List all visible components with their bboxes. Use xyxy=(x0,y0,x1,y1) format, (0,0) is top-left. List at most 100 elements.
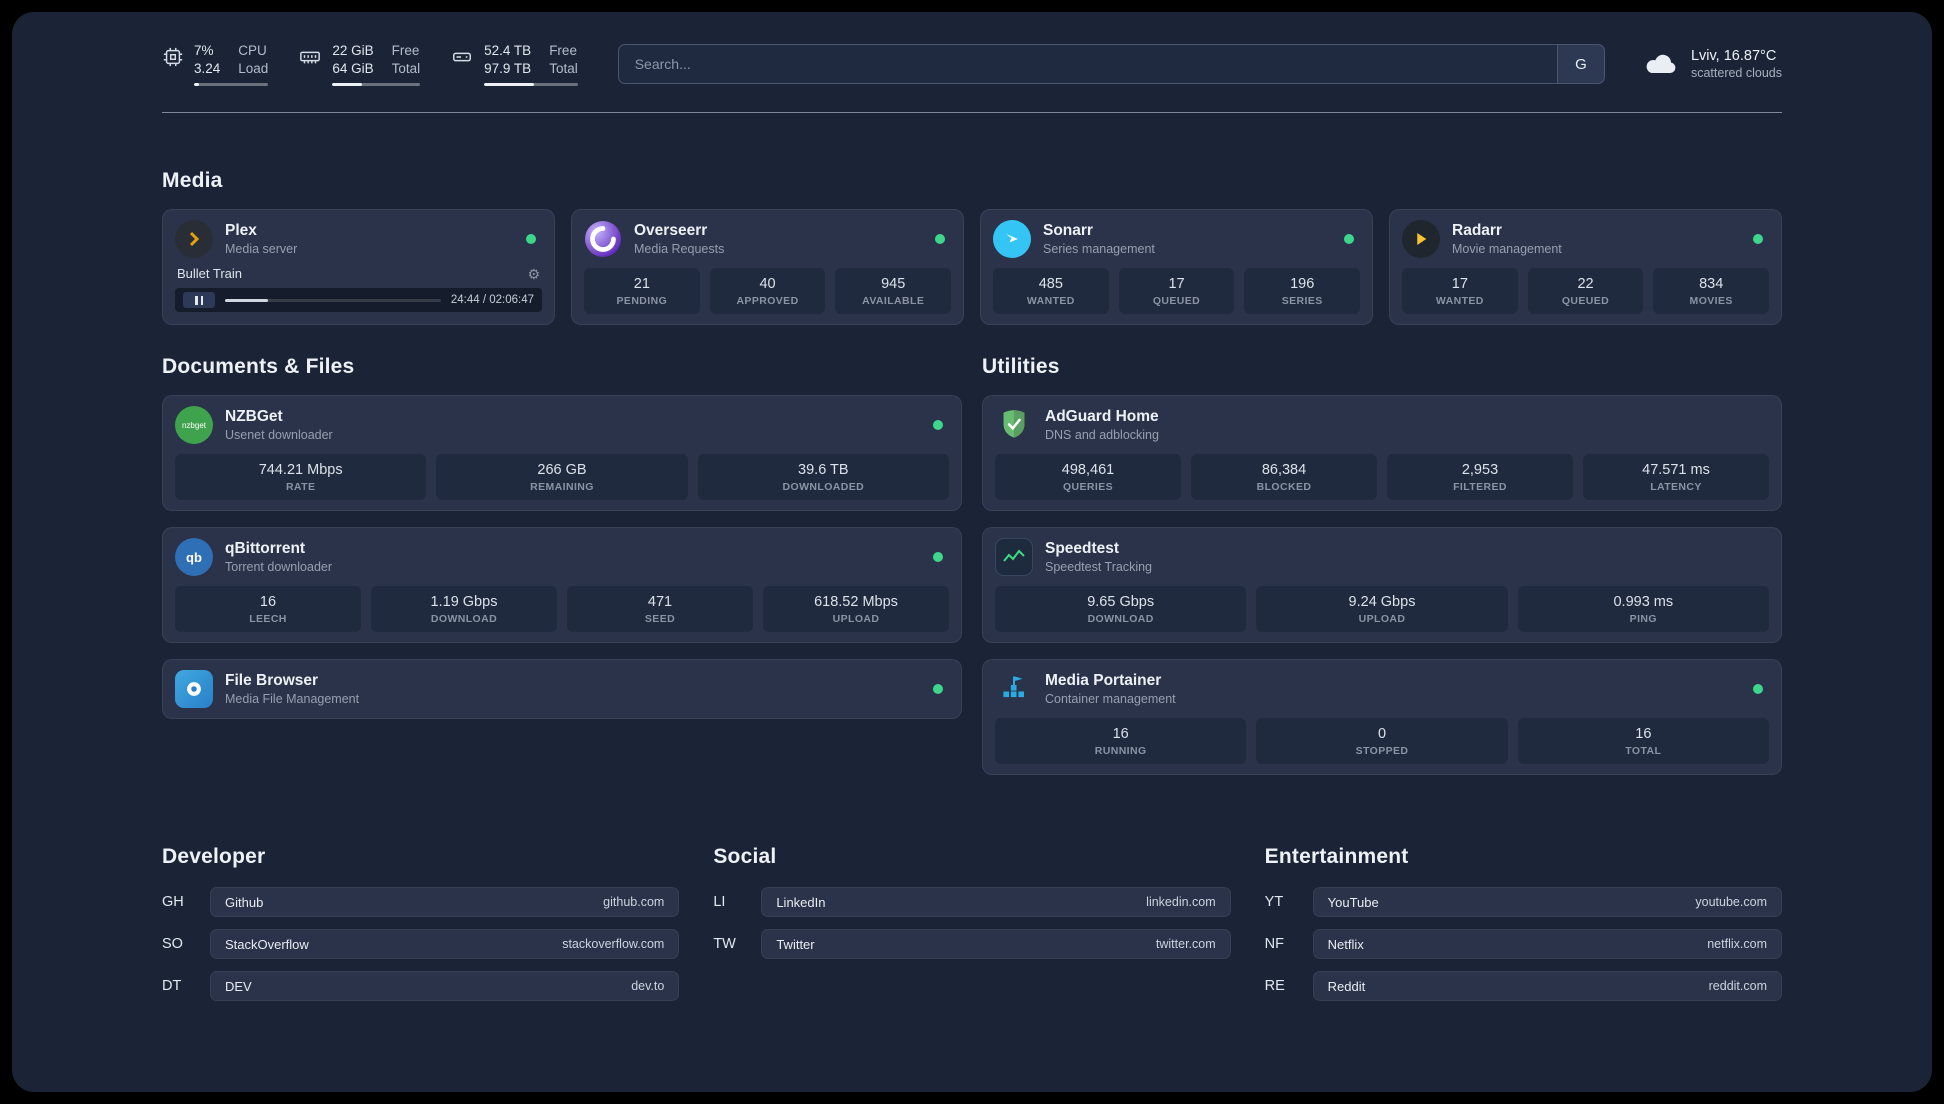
bookmark-url: twitter.com xyxy=(1155,937,1216,952)
filebrowser-card[interactable]: File Browser Media File Management xyxy=(162,659,962,720)
disk-icon xyxy=(453,52,472,62)
section-title-documents: Documents & Files xyxy=(162,355,355,379)
app-desc: Movie management xyxy=(1452,242,1562,257)
stat-label: BLOCKED xyxy=(1256,481,1312,494)
stat-value: 945 xyxy=(881,276,906,293)
app-name: qBittorrent xyxy=(225,540,306,558)
ram-progress-bar xyxy=(332,83,421,87)
bookmark-link-netflix[interactable]: Netflix netflix.com xyxy=(1312,929,1782,960)
stat-tile: 9.24 Gbps UPLOAD xyxy=(1256,586,1508,633)
stat-tile: 485 WANTED xyxy=(993,268,1109,315)
bookmarks-section: Developer GH Github github.com SO StackO… xyxy=(162,845,1782,1053)
stat-label: UPLOAD xyxy=(832,613,880,626)
stat-value: 21 xyxy=(633,276,650,293)
top-bar: 7% 3.24 CPU Load 22 GiB 64 GiB Free Tota… xyxy=(162,42,1782,87)
stat-label: APPROVED xyxy=(736,295,799,308)
bookmark-abbr: LI xyxy=(713,894,726,911)
app-desc: Container management xyxy=(1045,692,1176,707)
app-name: Overseerr xyxy=(634,222,708,240)
stat-value: 2,953 xyxy=(1461,462,1499,479)
bookmark-abbr: NF xyxy=(1264,936,1284,953)
bookmark-url: linkedin.com xyxy=(1146,895,1216,910)
stat-tile: 471 SEED xyxy=(567,586,753,633)
stat-label: DOWNLOAD xyxy=(1087,613,1154,626)
bookmark-abbr: YT xyxy=(1264,894,1284,911)
search-input[interactable] xyxy=(617,44,1557,85)
disk-free-label: Free xyxy=(549,43,577,58)
stat-value: 0.993 ms xyxy=(1613,594,1674,611)
disk-free-value: 52.4 TB xyxy=(484,43,532,58)
status-dot xyxy=(933,684,943,695)
speedtest-icon xyxy=(995,538,1033,577)
bookmark-abbr: RE xyxy=(1264,978,1285,995)
stat-label: TOTAL xyxy=(1625,745,1662,758)
bookmark-link-linkedin[interactable]: LinkedIn linkedin.com xyxy=(761,887,1231,918)
stat-label: MOVIES xyxy=(1689,295,1733,308)
stat-tile: 17 WANTED xyxy=(1402,268,1518,315)
utilities-column: Utilities AdGuard Home DNS and adblockin… xyxy=(982,355,1782,776)
stat-tile: 945 AVAILABLE xyxy=(835,268,952,315)
app-name: Speedtest xyxy=(1045,540,1120,558)
stat-label: LATENCY xyxy=(1650,481,1702,494)
status-dot xyxy=(935,234,945,245)
seek-bar[interactable] xyxy=(225,298,441,302)
pause-button[interactable] xyxy=(183,292,215,309)
stat-tile: 618.52 Mbps UPLOAD xyxy=(763,586,949,633)
bookmark-link-twitter[interactable]: Twitter twitter.com xyxy=(761,929,1231,960)
stat-tile: 0 STOPPED xyxy=(1256,718,1508,765)
stat-value: 618.52 Mbps xyxy=(814,594,898,611)
stat-label: PENDING xyxy=(616,295,668,308)
bookmark-row: TW Twitter twitter.com xyxy=(713,929,1231,960)
cloud-icon xyxy=(1646,55,1676,74)
bookmark-link-youtube[interactable]: YouTube youtube.com xyxy=(1312,887,1782,918)
bookmark-link-stackoverflow[interactable]: StackOverflow stackoverflow.com xyxy=(210,929,680,960)
bookmark-name: Github xyxy=(225,894,264,910)
ram-free-value: 22 GiB xyxy=(332,43,374,58)
bookmark-link-github[interactable]: Github github.com xyxy=(210,887,680,918)
stat-tile: 16 RUNNING xyxy=(995,718,1247,765)
bookmark-url: stackoverflow.com xyxy=(562,937,665,952)
sonarr-card[interactable]: Sonarr Series management 485 WANTED 17 Q… xyxy=(980,209,1373,326)
stat-label: LEECH xyxy=(249,613,287,626)
app-name: Plex xyxy=(225,222,257,240)
app-desc: Torrent downloader xyxy=(225,560,333,575)
sonarr-icon xyxy=(993,220,1031,259)
stat-value: 47.571 ms xyxy=(1642,462,1710,479)
disk-widget: 52.4 TB 97.9 TB Free Total xyxy=(450,42,578,87)
portainer-card[interactable]: Media Portainer Container management 16 … xyxy=(982,659,1782,776)
search-provider-button[interactable]: G xyxy=(1556,44,1605,85)
stat-tile: 266 GB REMAINING xyxy=(436,454,688,501)
bookmark-group-title: Social xyxy=(713,845,777,869)
stat-tile: 834 MOVIES xyxy=(1653,268,1770,315)
radarr-card[interactable]: Radarr Movie management 17 WANTED 22 QUE… xyxy=(1389,209,1782,326)
bookmark-link-dev[interactable]: DEV dev.to xyxy=(210,971,680,1002)
cpu-load-value: 3.24 xyxy=(194,61,221,77)
stat-label: WANTED xyxy=(1435,295,1484,308)
app-desc: Media File Management xyxy=(225,692,360,707)
overseerr-card[interactable]: Overseerr Media Requests 21 PENDING 40 A… xyxy=(571,209,964,326)
nzbget-card[interactable]: nzbget NZBGet Usenet downloader 744.21 M… xyxy=(162,395,962,512)
stat-value: 39.6 TB xyxy=(798,462,849,479)
cpu-chip-icon xyxy=(163,47,183,67)
qbittorrent-card[interactable]: qb qBittorrent Torrent downloader 16 LEE… xyxy=(162,527,962,644)
stat-value: 16 xyxy=(1112,726,1129,743)
speedtest-card[interactable]: Speedtest Speedtest Tracking 9.65 Gbps D… xyxy=(982,527,1782,644)
app-name: Radarr xyxy=(1452,222,1502,240)
radarr-icon xyxy=(1402,220,1440,259)
cpu-load-label: Load xyxy=(238,61,269,77)
stat-tile: 498,461 QUERIES xyxy=(995,454,1181,501)
disk-progress-bar xyxy=(484,83,578,87)
app-desc: Series management xyxy=(1043,242,1155,257)
qbittorrent-icon: qb xyxy=(175,538,213,577)
app-desc: Speedtest Tracking xyxy=(1045,560,1153,575)
adguard-card[interactable]: AdGuard Home DNS and adblocking 498,461 … xyxy=(982,395,1782,512)
app-name: Media Portainer xyxy=(1045,672,1162,690)
stat-label: STOPPED xyxy=(1355,745,1409,758)
stat-tile: 744.21 Mbps RATE xyxy=(175,454,427,501)
plex-card[interactable]: Plex Media server Bullet Train ⚙ 24:44 /… xyxy=(162,209,555,326)
stat-value: 16 xyxy=(259,594,277,611)
bookmark-url: github.com xyxy=(603,895,665,910)
gear-icon[interactable]: ⚙ xyxy=(527,267,540,281)
section-title-media: Media xyxy=(162,169,223,193)
bookmark-link-reddit[interactable]: Reddit reddit.com xyxy=(1312,971,1782,1002)
